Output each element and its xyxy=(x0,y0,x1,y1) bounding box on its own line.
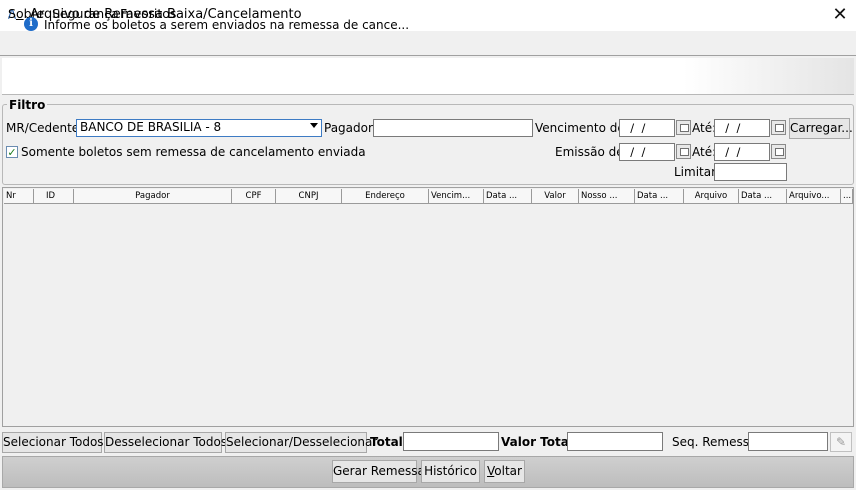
column-header[interactable]: Endereço xyxy=(342,189,429,204)
pencil-icon[interactable]: ✎ xyxy=(830,432,852,452)
vencimento-from-input[interactable]: / / xyxy=(619,119,675,137)
info-text: Informe os boletos a serem enviados na r… xyxy=(44,18,410,32)
cedente-select[interactable]: BANCO DE BRASILIA - 8 xyxy=(76,119,322,137)
column-header[interactable]: Data ... xyxy=(635,189,684,204)
calendar-icon[interactable] xyxy=(676,120,691,135)
somente-checkbox[interactable]: ✓ xyxy=(6,146,18,158)
cedente-label: MR/Cedente: xyxy=(6,121,84,135)
valor-total-input[interactable] xyxy=(567,432,663,451)
filter-legend: Filtro xyxy=(7,98,48,112)
column-header[interactable]: Pagador xyxy=(74,189,232,204)
calendar-icon[interactable] xyxy=(771,144,786,159)
calendar-icon[interactable] xyxy=(771,120,786,135)
info-banner xyxy=(2,58,854,95)
column-header[interactable]: Vencim... xyxy=(429,189,484,204)
limitar-label: Limitar: xyxy=(674,165,720,179)
column-header[interactable]: Data ... xyxy=(484,189,532,204)
total-label: Total: xyxy=(370,435,408,449)
pagador-label: Pagador: xyxy=(324,121,377,135)
column-header[interactable]: ID xyxy=(34,189,74,204)
column-header[interactable]: ... xyxy=(841,189,853,204)
seq-remessa-input[interactable] xyxy=(748,432,828,451)
toggle-select-button[interactable]: Selecionar/Desselecionar xyxy=(225,432,377,453)
boletos-table[interactable] xyxy=(2,187,854,427)
somente-checkbox-label: Somente boletos sem remessa de cancelame… xyxy=(21,145,366,159)
emissao-label: Emissão de: xyxy=(555,145,628,159)
voltar-button[interactable]: Voltar xyxy=(484,460,525,483)
menu-bar xyxy=(0,31,856,56)
select-all-button[interactable]: Selecionar Todos xyxy=(2,432,104,453)
menu-sobre-mnemonic: o xyxy=(15,6,24,21)
vencimento-to-input[interactable]: / / xyxy=(714,119,770,137)
deselect-all-button[interactable]: Desselecionar Todos xyxy=(104,432,227,453)
column-header[interactable]: CPF xyxy=(232,189,276,204)
emissao-ate-label: Até: xyxy=(692,145,717,159)
limitar-input[interactable] xyxy=(714,163,787,181)
vencimento-label: Vencimento de: xyxy=(535,121,629,135)
total-input[interactable] xyxy=(403,432,499,451)
info-icon: i xyxy=(24,17,38,31)
voltar-label: oltar xyxy=(494,464,522,478)
emissao-to-input[interactable]: / / xyxy=(714,143,770,161)
chevron-down-icon xyxy=(310,123,318,128)
column-header[interactable]: Valor xyxy=(532,189,579,204)
historico-button[interactable]: Histórico xyxy=(421,460,480,483)
column-header[interactable]: Arquivo... xyxy=(787,189,841,204)
column-header[interactable]: Arquivo xyxy=(684,189,739,204)
carregar-button[interactable]: Carregar... xyxy=(789,118,853,139)
column-header[interactable]: Data ... xyxy=(739,189,787,204)
calendar-icon[interactable] xyxy=(676,144,691,159)
column-header[interactable]: CNPJ xyxy=(276,189,342,204)
column-header[interactable]: Nosso ... xyxy=(579,189,635,204)
emissao-from-input[interactable]: / / xyxy=(619,143,675,161)
gerar-remessa-button[interactable]: Gerar Remessa xyxy=(332,460,425,483)
cedente-value: BANCO DE BRASILIA - 8 xyxy=(80,120,222,134)
menu-sobre-label-a: S xyxy=(8,6,16,21)
vencimento-ate-label: Até: xyxy=(692,121,717,135)
column-header[interactable]: Nr xyxy=(4,189,34,204)
pagador-input[interactable] xyxy=(373,119,533,137)
close-button[interactable]: ✕ xyxy=(826,3,854,27)
